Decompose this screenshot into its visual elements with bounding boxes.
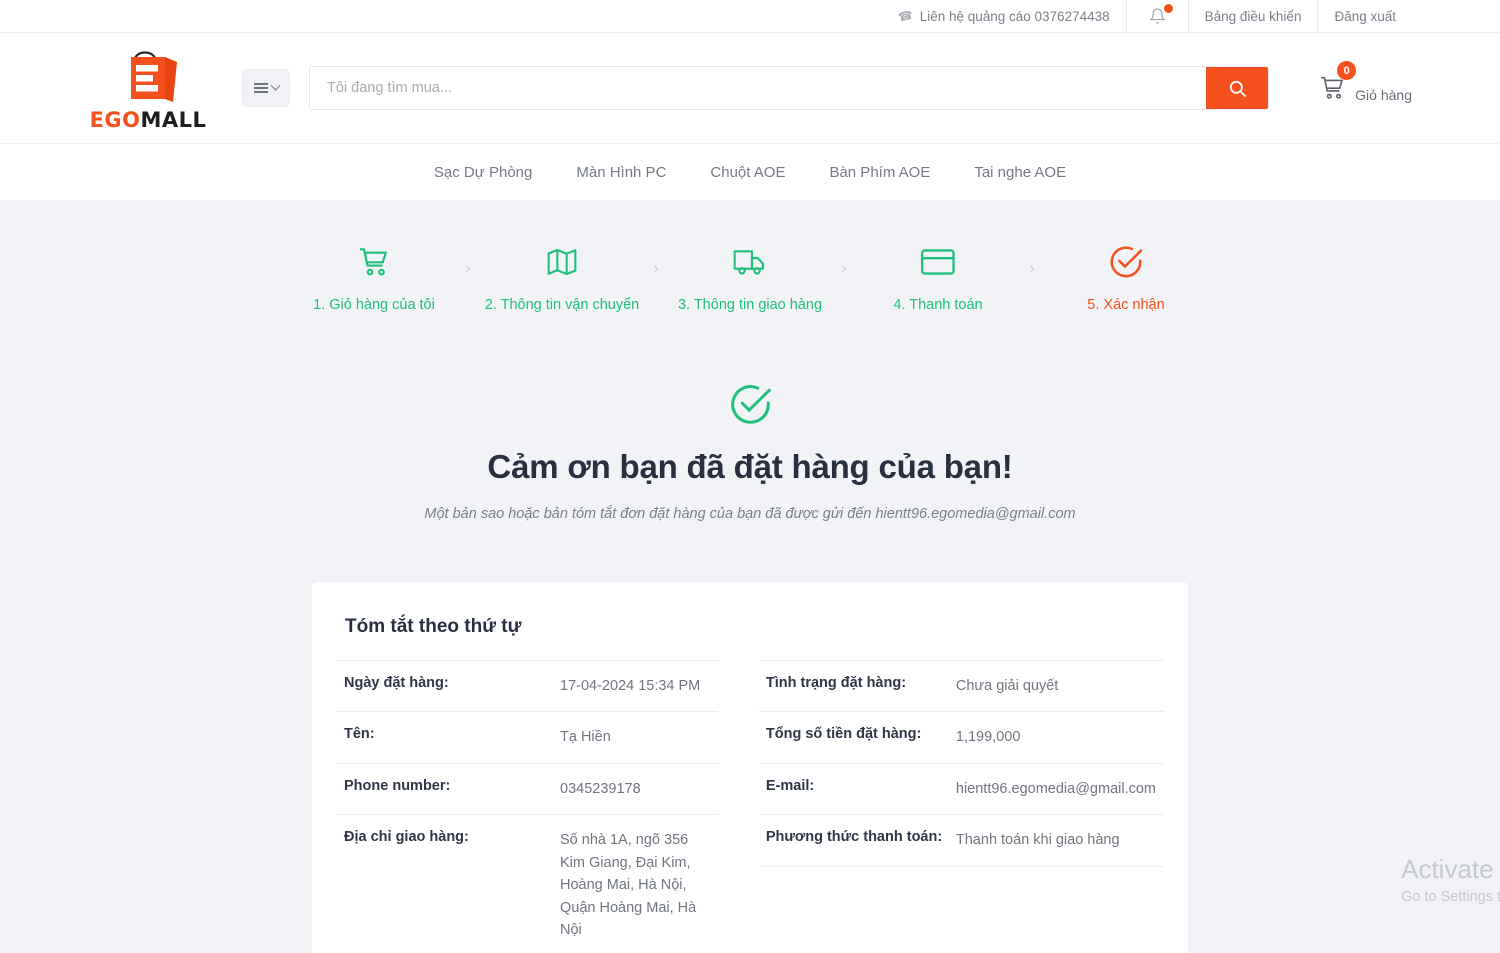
step-label: 4. Thanh toán xyxy=(893,297,983,313)
step-icon-container xyxy=(732,242,768,282)
page-root: ☎ Liên hệ quảng cáo 0376274438 Bảng điều… xyxy=(0,0,1500,953)
row-value: 0345239178 xyxy=(560,780,641,797)
nav-item-sac-du-phong[interactable]: Sạc Dự Phòng xyxy=(412,164,554,181)
step-icon-container xyxy=(357,242,391,282)
hamburger-menu-icon xyxy=(253,83,268,93)
checkout-step-delivery-info[interactable]: 3. Thông tin giao hàng xyxy=(667,242,833,316)
nav-item-man-hinh-pc[interactable]: Màn Hình PC xyxy=(554,164,688,181)
notification-badge-dot xyxy=(1163,3,1173,13)
row-label: Phương thức thanh toán: xyxy=(765,829,943,846)
step-icon-container xyxy=(920,242,956,282)
summary-row-total: Tổng số tiền đặt hàng: 1,199,000 xyxy=(757,711,1164,762)
search-bar xyxy=(309,66,1270,110)
checkout-steps: 1. Giỏ hàng của tôi › 2. Thông tin vận c… xyxy=(0,242,1500,316)
map-icon xyxy=(547,248,577,276)
summary-row-payment-method: Phương thức thanh toán: Thanh toán khi g… xyxy=(757,814,1164,867)
page-title: Cảm ơn bạn đã đặt hàng của bạn! xyxy=(487,448,1013,486)
step-label: 2. Thông tin vận chuyển xyxy=(484,297,640,313)
summary-row-email: E-mail: hientt96.egomedia@gmail.com xyxy=(757,762,1164,814)
row-value: 1,199,000 xyxy=(955,729,1021,746)
checkout-step-cart[interactable]: 1. Giỏ hàng của tôi xyxy=(291,242,457,316)
cart-button[interactable]: 0 Giỏ hàng xyxy=(1317,61,1412,103)
shopping-bag-logo-icon xyxy=(131,51,177,102)
logo-mall-text: MALL xyxy=(140,108,207,132)
dashboard-link[interactable]: Bảng điều khiển xyxy=(1189,0,1319,33)
summary-row-phone: Phone number: 0345239178 xyxy=(336,762,718,814)
nav-item-tai-nghe-aoe[interactable]: Tai nghe AOE xyxy=(952,164,1088,181)
credit-card-icon xyxy=(921,249,955,275)
category-menu-button[interactable] xyxy=(242,69,290,107)
logout-link[interactable]: Đăng xuất xyxy=(1318,0,1412,33)
logo-text: EGOMALL xyxy=(90,108,207,132)
chevron-down-icon xyxy=(270,80,280,91)
search-icon xyxy=(1229,80,1246,97)
cart-icon xyxy=(360,248,388,276)
row-label: Tên: xyxy=(344,726,375,743)
summary-row-order-date: Ngày đặt hàng: 17-04-2024 15:34 PM xyxy=(336,660,718,711)
step-chevron-icon: › xyxy=(1029,258,1035,277)
check-circle-icon xyxy=(730,385,771,424)
windows-activation-watermark: Activate Windows Go to Settings to activ… xyxy=(1401,854,1500,905)
checkout-step-payment[interactable]: 4. Thanh toán xyxy=(855,242,1021,316)
bell-icon xyxy=(1148,8,1166,24)
row-value: Thanh toán khi giao hàng xyxy=(955,832,1120,849)
watermark-title: Activate Windows xyxy=(1401,854,1500,885)
step-chevron-icon: › xyxy=(653,258,659,277)
confirmation-subtitle: Một bản sao hoặc bản tóm tắt đơn đặt hàn… xyxy=(424,506,1076,523)
thank-you-icon-container xyxy=(0,382,1500,432)
cart-count-badge: 0 xyxy=(1337,61,1357,80)
nav-item-ban-phim-aoe[interactable]: Bàn Phím AOE xyxy=(807,164,952,181)
phone-icon: ☎ xyxy=(896,7,914,25)
order-summary-columns: Ngày đặt hàng: 17-04-2024 15:34 PM Tên: … xyxy=(336,660,1164,953)
watermark-subtitle: Go to Settings to activate Windows. xyxy=(1401,889,1500,905)
order-summary-left-column: Ngày đặt hàng: 17-04-2024 15:34 PM Tên: … xyxy=(336,660,718,953)
summary-row-name: Tên: Tạ Hiền xyxy=(336,711,718,762)
top-utility-bar: ☎ Liên hệ quảng cáo 0376274438 Bảng điều… xyxy=(0,0,1500,33)
contact-info: ☎ Liên hệ quảng cáo 0376274438 xyxy=(882,0,1127,33)
checkout-step-confirmation[interactable]: 5. Xác nhận xyxy=(1043,242,1209,316)
truck-icon xyxy=(733,250,764,275)
step-chevron-icon: › xyxy=(465,258,471,277)
row-label: Tổng số tiền đặt hàng: xyxy=(765,726,922,743)
row-label: Ngày đặt hàng: xyxy=(344,675,449,692)
site-logo[interactable]: EGOMALL xyxy=(88,44,208,132)
step-label: 3. Thông tin giao hàng xyxy=(677,297,823,313)
main-navigation: Sạc Dự Phòng Màn Hình PC Chuột AOE Bàn P… xyxy=(0,144,1500,200)
logo-ego-text: EGO xyxy=(89,108,141,132)
checkout-steps-region: 1. Giỏ hàng của tôi › 2. Thông tin vận c… xyxy=(0,200,1500,317)
cart-label: Giỏ hàng xyxy=(1355,86,1412,103)
thank-you-block: Cảm ơn bạn đã đặt hàng của bạn! Một bản … xyxy=(0,382,1500,522)
site-header: EGOMALL Tôi đang tìm mua... 0 Giỏ hàng xyxy=(0,33,1500,144)
step-icon-container xyxy=(1108,242,1144,282)
row-label: Địa chỉ giao hàng: xyxy=(344,829,469,846)
cart-icon-container: 0 xyxy=(1317,61,1357,103)
row-value: hientt96.egomedia@gmail.com xyxy=(955,780,1156,797)
check-circle-icon xyxy=(1110,246,1143,278)
order-summary-card: Tóm tắt theo thứ tự Ngày đặt hàng: 17-04… xyxy=(312,582,1188,953)
order-summary-right-column: Tình trạng đặt hàng: Chưa giải quyết Tổn… xyxy=(757,660,1164,953)
row-value: Số nhà 1A, ngõ 356 Kim Giang, Đại Kim, H… xyxy=(560,832,697,939)
nav-item-chuot-aoe[interactable]: Chuột AOE xyxy=(688,164,807,181)
summary-row-address: Địa chỉ giao hàng: Số nhà 1A, ngõ 356 Ki… xyxy=(336,814,718,953)
step-chevron-icon: › xyxy=(841,258,847,277)
row-value: 17-04-2024 15:34 PM xyxy=(560,678,701,695)
step-label: 5. Xác nhận xyxy=(1087,297,1165,313)
summary-row-status: Tình trạng đặt hàng: Chưa giải quyết xyxy=(757,660,1164,711)
row-label: E-mail: xyxy=(765,777,815,794)
row-value: Chưa giải quyết xyxy=(955,678,1059,695)
row-label: Tình trạng đặt hàng: xyxy=(765,675,907,692)
row-value: Tạ Hiền xyxy=(560,729,611,746)
search-input[interactable] xyxy=(310,67,1207,109)
row-label: Phone number: xyxy=(344,777,451,794)
checkout-step-shipping-info[interactable]: 2. Thông tin vận chuyển xyxy=(479,242,645,316)
notification-button[interactable] xyxy=(1127,0,1189,33)
step-icon-container xyxy=(546,242,578,282)
search-button[interactable] xyxy=(1206,67,1269,109)
order-summary-title: Tóm tắt theo thứ tự xyxy=(345,616,522,638)
step-label: 1. Giỏ hàng của tôi xyxy=(313,297,435,313)
contact-text: Liên hệ quảng cáo 0376274438 xyxy=(919,8,1110,24)
